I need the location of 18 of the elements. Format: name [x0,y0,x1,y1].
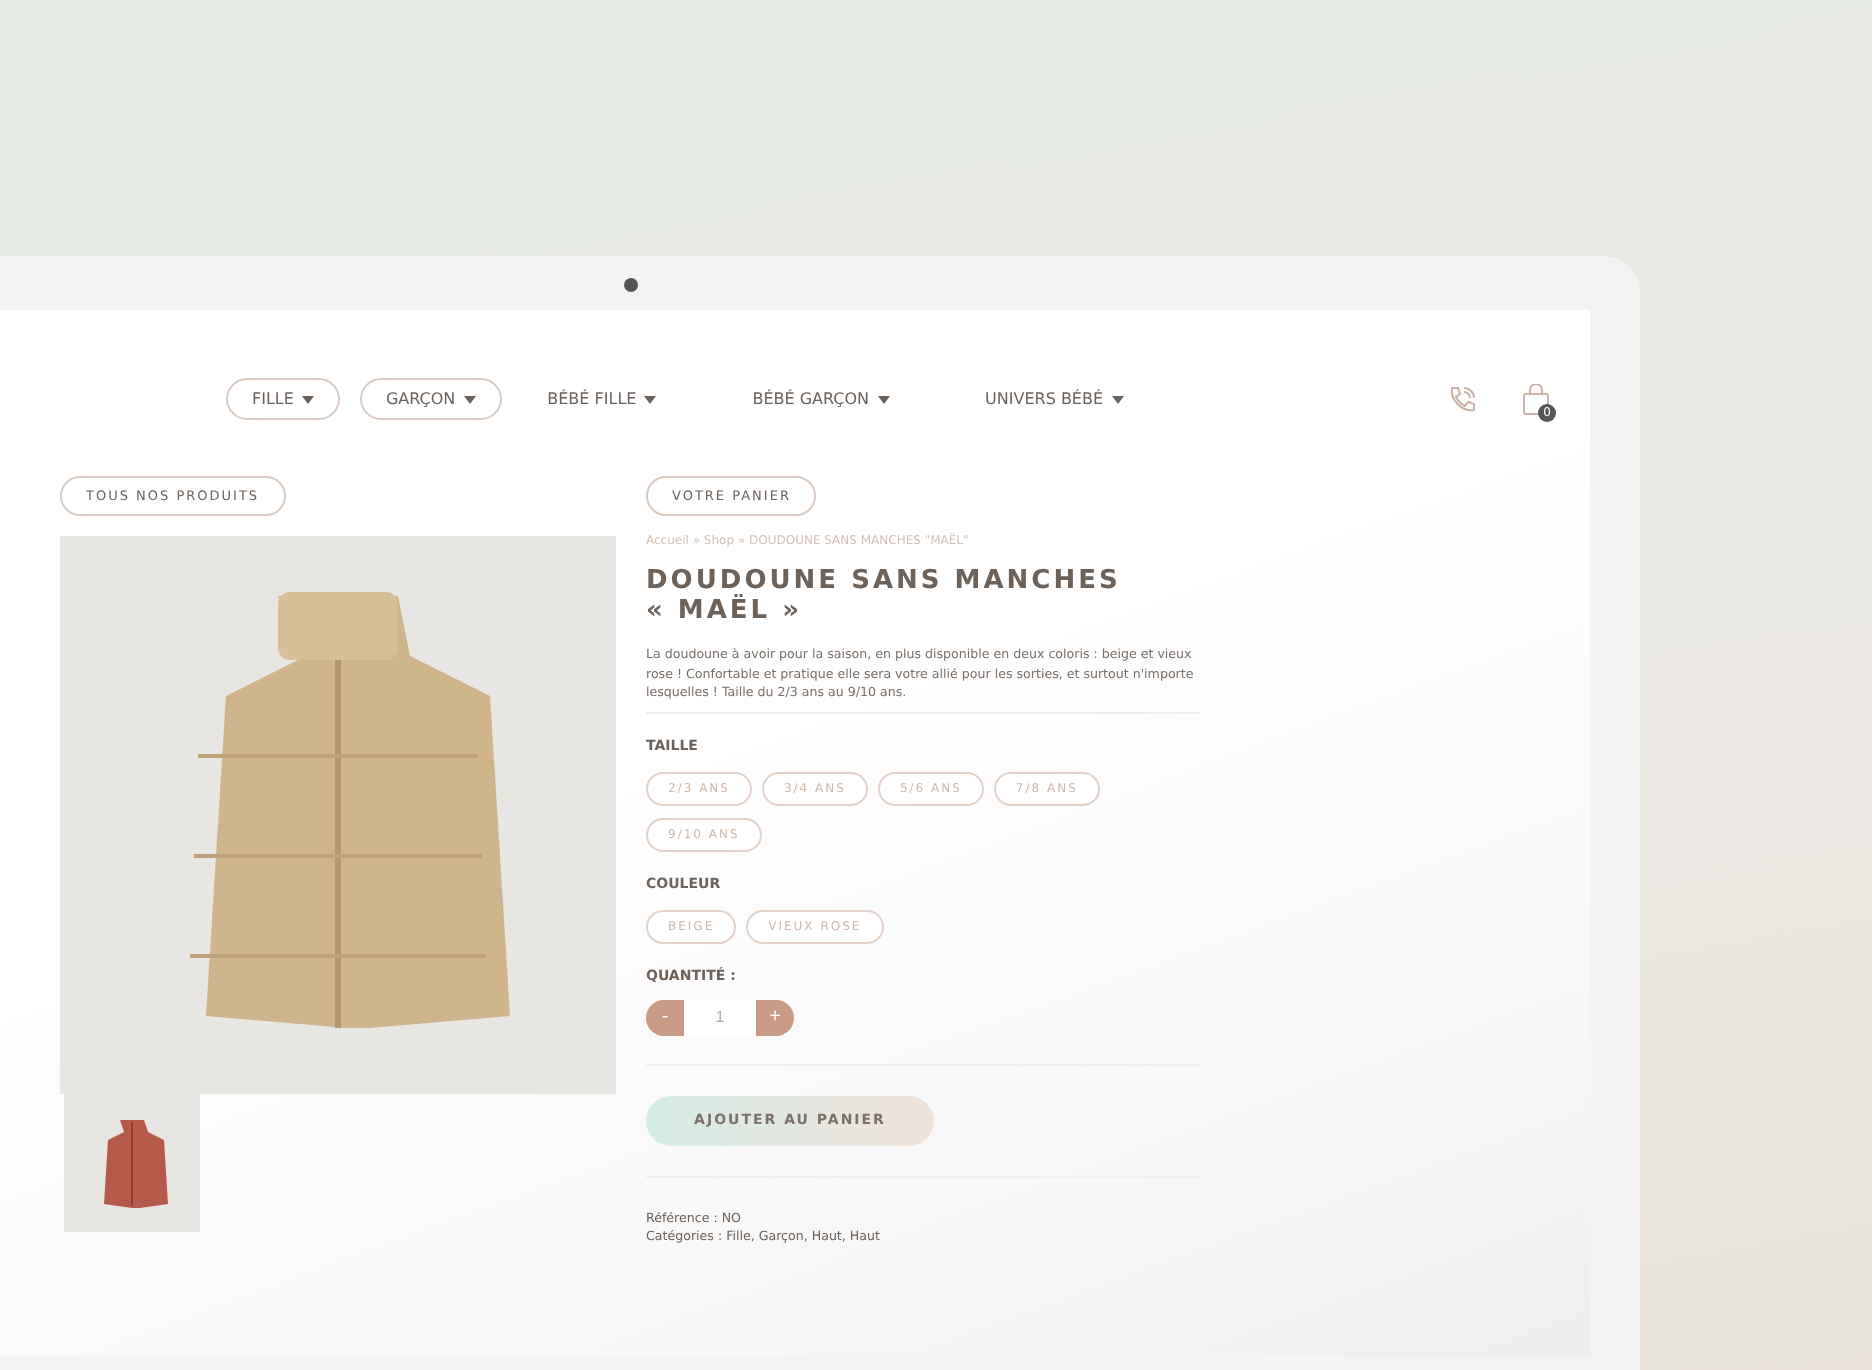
phone-icon[interactable] [1446,383,1478,415]
quantity-field[interactable]: 1 [684,999,756,1035]
nav-menu-item[interactable]: BÉBÉ FILLE [521,378,683,420]
caret-icon [1111,395,1124,403]
caret-icon [301,395,314,403]
caret-icon [877,395,890,403]
nav-menu-item[interactable]: FILLE [226,378,340,420]
product-title: DOUDOUNE SANS MANCHES [646,566,1121,596]
product-title: « MAËL » [646,596,805,626]
nav-menu-item[interactable]: BÉBÉ GARÇON [726,378,916,420]
caret-icon [644,395,657,403]
nav-menu-item[interactable]: UNIVERS BÉBÉ [959,378,1150,420]
product-thumbnail[interactable] [64,1094,200,1232]
increase-button[interactable]: + [756,999,794,1035]
caret-icon [463,395,476,403]
decrease-button[interactable]: - [646,999,684,1035]
nav-menu-item[interactable]: GARÇON [359,378,502,420]
camera-icon [624,278,638,292]
